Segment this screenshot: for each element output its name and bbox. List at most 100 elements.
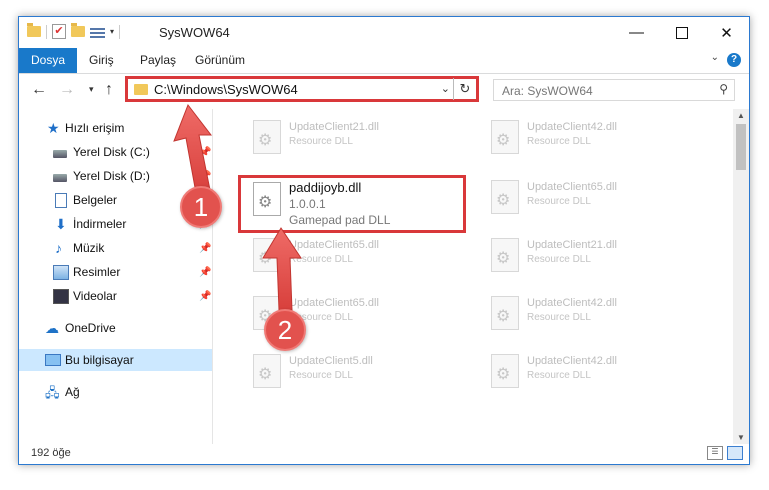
quick-access-toolbar: ✔ ▾ bbox=[27, 23, 121, 39]
nav-item-label: Resimler bbox=[73, 265, 121, 279]
step-badge-2: 2 bbox=[264, 309, 306, 351]
address-bar[interactable]: C:\Windows\SysWOW64 ⌄ ↻ bbox=[125, 76, 479, 102]
document-icon bbox=[55, 192, 67, 208]
view-properties-icon[interactable] bbox=[90, 26, 105, 38]
chevron-down-icon[interactable]: ⌄ bbox=[441, 82, 450, 95]
nav-item-label: OneDrive bbox=[65, 321, 116, 335]
file-item[interactable]: UpdateClient5.dll Resource DLL bbox=[243, 349, 463, 399]
dll-file-icon bbox=[253, 120, 281, 154]
file-item[interactable]: UpdateClient42.dll Resource DLL bbox=[481, 349, 701, 399]
nav-item-network[interactable]: 🖧 Ağ bbox=[19, 381, 212, 403]
download-icon: ⬇ bbox=[55, 215, 67, 232]
disk-icon bbox=[53, 149, 67, 158]
forward-arrow-icon[interactable]: → bbox=[59, 81, 75, 99]
tab-share[interactable]: Paylaş bbox=[140, 48, 176, 73]
pin-icon[interactable]: 📌 bbox=[199, 147, 211, 158]
file-item[interactable]: UpdateClient21.dll Resource DLL bbox=[243, 115, 463, 165]
search-icon[interactable]: ⚲ bbox=[719, 82, 728, 96]
nav-item-disk-d[interactable]: Yerel Disk (D:) 📌 bbox=[19, 165, 212, 187]
customize-toolbar-dropdown-icon[interactable]: ▾ bbox=[110, 27, 114, 36]
pictures-icon bbox=[53, 264, 69, 280]
highlight-box bbox=[238, 175, 466, 233]
tab-view[interactable]: Görünüm bbox=[195, 48, 245, 73]
file-name: UpdateClient21.dll bbox=[289, 121, 379, 133]
dll-file-icon bbox=[491, 354, 519, 388]
ribbon-tabs: Dosya Giriş Paylaş Görünüm ⌄ ? bbox=[19, 48, 749, 74]
nav-item-music[interactable]: ♪ Müzik 📌 bbox=[19, 237, 212, 259]
nav-item-label: Belgeler bbox=[73, 193, 118, 207]
file-type: Resource DLL bbox=[527, 312, 591, 323]
tab-file[interactable]: Dosya bbox=[19, 48, 78, 73]
nav-item-pictures[interactable]: Resimler 📌 bbox=[19, 261, 212, 283]
file-item[interactable]: UpdateClient65.dll Resource DLL bbox=[481, 175, 701, 225]
nav-item-label: Müzik bbox=[73, 241, 105, 255]
pin-icon[interactable]: 📌 bbox=[199, 291, 211, 302]
nav-item-disk-c[interactable]: Yerel Disk (C:) 📌 bbox=[19, 141, 212, 163]
file-name: UpdateClient5.dll bbox=[289, 355, 373, 367]
navigation-pane: ★ Hızlı erişim Yerel Disk (C:) 📌 Yerel D… bbox=[19, 109, 213, 444]
dll-file-icon bbox=[253, 238, 281, 272]
minimize-button[interactable]: — bbox=[614, 17, 659, 48]
file-item[interactable]: UpdateClient42.dll Resource DLL bbox=[481, 115, 701, 165]
scroll-up-icon[interactable]: ▲ bbox=[737, 111, 745, 120]
address-row: ← → ▾ ↑ C:\Windows\SysWOW64 ⌄ ↻ ⚲ bbox=[19, 74, 749, 106]
dll-file-icon bbox=[491, 180, 519, 214]
explorer-window: ✔ ▾ SysWOW64 — ✕ Dosya Giriş Paylaş Görü… bbox=[18, 16, 750, 465]
file-name: UpdateClient65.dll bbox=[527, 181, 617, 193]
file-item[interactable]: UpdateClient21.dll Resource DLL bbox=[481, 233, 701, 283]
star-icon: ★ bbox=[47, 119, 60, 136]
expand-ribbon-icon[interactable]: ⌄ bbox=[711, 52, 719, 63]
status-bar: 192 öğe ☰ bbox=[19, 442, 749, 464]
pin-icon[interactable]: 📌 bbox=[199, 267, 211, 278]
details-view-icon[interactable]: ☰ bbox=[707, 446, 723, 460]
dll-file-icon bbox=[491, 120, 519, 154]
nav-item-quick-access[interactable]: ★ Hızlı erişim bbox=[19, 117, 212, 139]
maximize-button[interactable] bbox=[659, 17, 704, 48]
close-button[interactable]: ✕ bbox=[704, 17, 749, 48]
window-title: SysWOW64 bbox=[159, 25, 230, 40]
nav-item-label: Bu bilgisayar bbox=[65, 353, 134, 367]
help-icon[interactable]: ? bbox=[727, 53, 741, 67]
network-icon: 🖧 bbox=[45, 384, 60, 400]
scrollbar-thumb[interactable] bbox=[736, 124, 746, 170]
file-list: UpdateClient21.dll Resource DLL paddijoy… bbox=[213, 109, 733, 444]
pin-icon[interactable]: 📌 bbox=[199, 243, 211, 254]
nav-item-videos[interactable]: Videolar 📌 bbox=[19, 285, 212, 307]
back-arrow-icon[interactable]: ← bbox=[31, 81, 47, 99]
search-box[interactable]: ⚲ bbox=[493, 79, 735, 102]
music-icon: ♪ bbox=[55, 239, 62, 256]
scroll-down-icon[interactable]: ▼ bbox=[737, 433, 745, 442]
large-icons-view-icon[interactable] bbox=[727, 446, 743, 460]
recent-locations-dropdown-icon[interactable]: ▾ bbox=[89, 84, 94, 95]
maximize-icon bbox=[675, 26, 688, 39]
folder-icon[interactable] bbox=[27, 23, 41, 37]
nav-item-label: Hızlı erişim bbox=[65, 121, 125, 135]
minimize-icon: — bbox=[629, 24, 644, 41]
refresh-icon[interactable]: ↻ bbox=[453, 78, 476, 100]
file-item[interactable]: UpdateClient42.dll Resource DLL bbox=[481, 291, 701, 341]
nav-item-label: Videolar bbox=[73, 289, 117, 303]
vertical-scrollbar[interactable]: ▲ ▼ bbox=[733, 109, 749, 444]
file-name: UpdateClient42.dll bbox=[527, 297, 617, 309]
new-folder-icon[interactable] bbox=[71, 23, 85, 37]
properties-check-icon[interactable]: ✔ bbox=[52, 24, 66, 39]
address-path[interactable]: C:\Windows\SysWOW64 bbox=[154, 82, 298, 97]
file-type: Resource DLL bbox=[289, 254, 353, 265]
search-input[interactable] bbox=[494, 80, 714, 102]
pin-icon[interactable]: 📌 bbox=[199, 171, 211, 182]
nav-item-label: Ağ bbox=[65, 385, 80, 399]
divider bbox=[46, 24, 47, 39]
nav-item-onedrive[interactable]: ☁ OneDrive bbox=[19, 317, 212, 339]
videos-icon bbox=[53, 288, 69, 304]
up-arrow-icon[interactable]: ↑ bbox=[105, 81, 113, 99]
file-type: Resource DLL bbox=[289, 136, 353, 147]
file-name: UpdateClient42.dll bbox=[527, 355, 617, 367]
tab-home[interactable]: Giriş bbox=[89, 48, 114, 73]
nav-item-label: Yerel Disk (D:) bbox=[73, 169, 150, 183]
file-item[interactable]: UpdateClient65.dll Resource DLL bbox=[243, 233, 463, 283]
nav-item-label: Yerel Disk (C:) bbox=[73, 145, 150, 159]
folder-icon bbox=[134, 84, 148, 95]
file-type: Resource DLL bbox=[527, 136, 591, 147]
cloud-icon: ☁ bbox=[45, 319, 59, 336]
nav-item-this-pc[interactable]: Bu bilgisayar bbox=[19, 349, 212, 371]
